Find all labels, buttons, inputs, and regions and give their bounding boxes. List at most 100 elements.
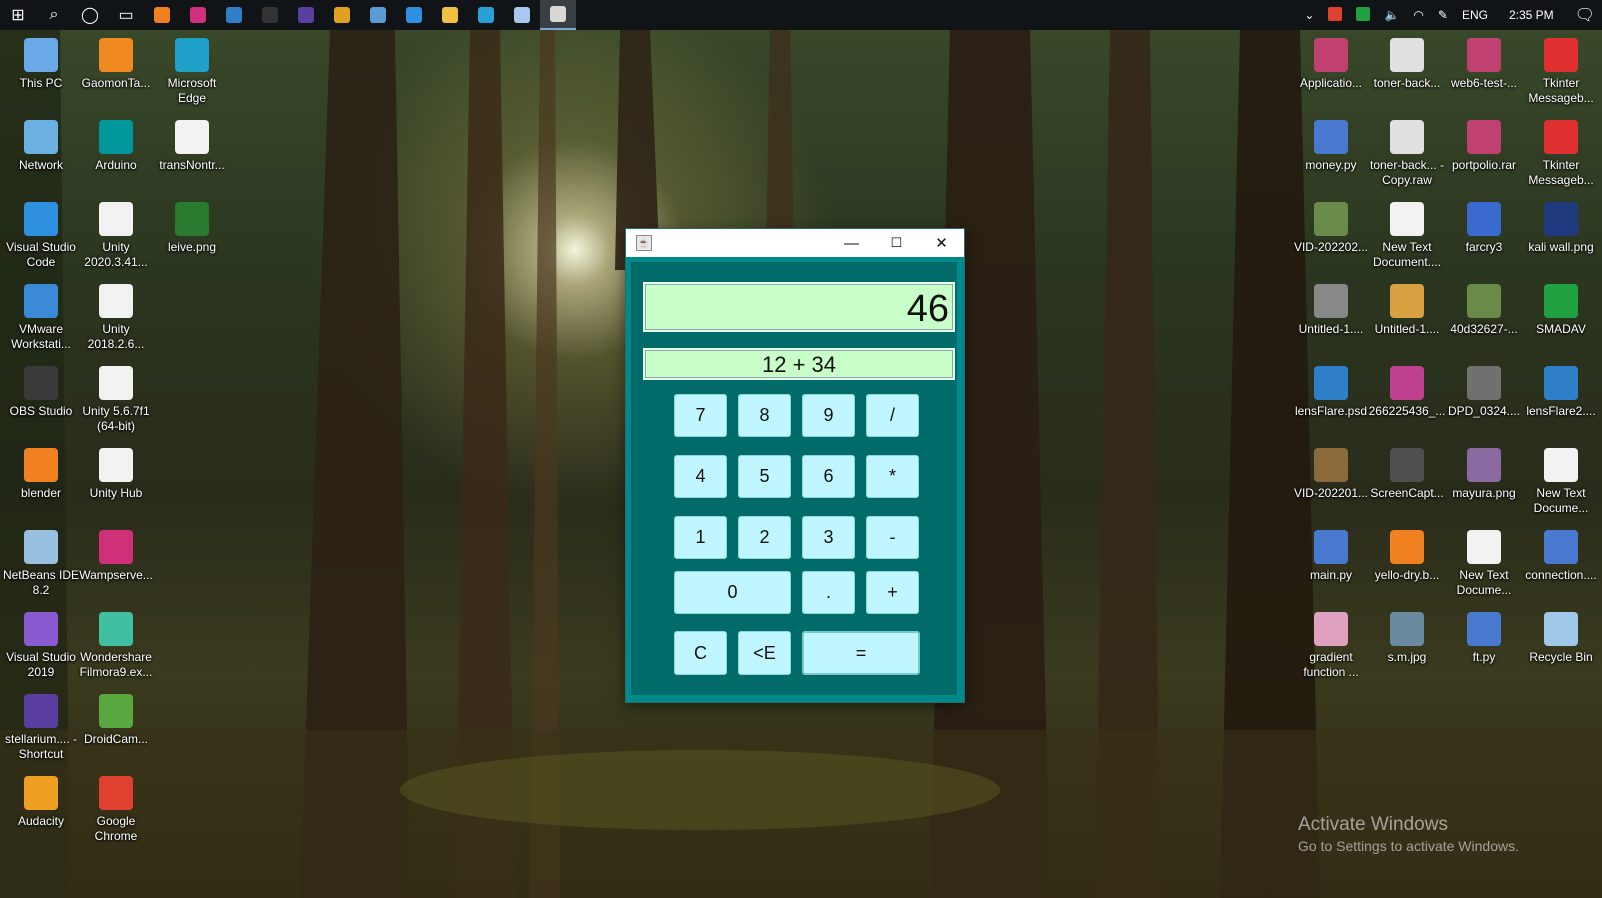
key-8-button[interactable]: 8 [738, 394, 791, 437]
taskbar-java-app-button[interactable] [540, 0, 576, 30]
taskbar-photoshop-button[interactable] [216, 0, 252, 30]
key-6-button[interactable]: 6 [802, 455, 855, 498]
desktop-icon[interactable]: Applicatio... [1292, 38, 1370, 91]
calculator-titlebar[interactable]: ☕ — ☐ ✕ [626, 229, 964, 257]
desktop-icon[interactable]: VMware Workstati... [2, 284, 80, 352]
taskbar-stellarium-button[interactable] [288, 0, 324, 30]
clock[interactable]: 2:35 PM [1495, 8, 1568, 22]
desktop-icon[interactable]: Unity 5.6.7f1 (64-bit) [77, 366, 155, 434]
desktop-icon[interactable]: Wondershare Filmora9.ex... [77, 612, 155, 680]
desktop-icon[interactable]: gradient function ... [1292, 612, 1370, 680]
desktop-icon[interactable]: New Text Document.... [1368, 202, 1446, 270]
desktop-icon[interactable]: Visual Studio 2019 [2, 612, 80, 680]
key-1-button[interactable]: 1 [674, 516, 727, 559]
taskbar-start-button[interactable]: ⊞ [0, 0, 36, 30]
taskbar-cube-app-button[interactable] [504, 0, 540, 30]
desktop-icon[interactable]: toner-back... [1368, 38, 1446, 91]
backspace-button[interactable]: <E [738, 631, 791, 675]
language-indicator[interactable]: ENG [1455, 8, 1495, 22]
taskbar-cortana-button[interactable]: ◯ [72, 0, 108, 30]
desktop-icon[interactable]: Microsoft Edge [153, 38, 231, 106]
maximize-button[interactable]: ☐ [874, 229, 919, 257]
desktop-icon[interactable]: mayura.png [1445, 448, 1523, 501]
taskbar-window-app-button[interactable] [360, 0, 396, 30]
taskbar-search-button[interactable]: ⌕ [36, 0, 72, 30]
desktop-icon[interactable]: Unity Hub [77, 448, 155, 501]
desktop-icon[interactable]: stellarium.... - Shortcut [2, 694, 80, 762]
desktop-icon[interactable]: DPD_0324.... [1445, 366, 1523, 419]
desktop-icon[interactable]: portpolio.rar [1445, 120, 1523, 173]
desktop-icon[interactable]: Unity 2020.3.41... [77, 202, 155, 270]
desktop-icon[interactable]: yello-dry.b... [1368, 530, 1446, 583]
desktop-icon[interactable]: VID-202202... [1292, 202, 1370, 255]
desktop-icon[interactable]: Google Chrome [77, 776, 155, 844]
key-3-button[interactable]: 3 [802, 516, 855, 559]
show-hidden-icons-chevron-icon[interactable]: ⌄ [1297, 8, 1321, 22]
taskbar-file-explorer-button[interactable] [432, 0, 468, 30]
desktop-icon[interactable]: ft.py [1445, 612, 1523, 665]
desktop-icon[interactable]: ScreenCapt... [1368, 448, 1446, 501]
equals-button[interactable]: = [802, 631, 920, 675]
desktop-icon[interactable]: kali wall.png [1522, 202, 1600, 255]
desktop-icon[interactable]: This PC [2, 38, 80, 91]
desktop-icon[interactable]: blender [2, 448, 80, 501]
desktop-icon[interactable]: 266225436_... [1368, 366, 1446, 419]
desktop-icon[interactable]: toner-back... - Copy.raw [1368, 120, 1446, 188]
key-5-button[interactable]: 5 [738, 455, 791, 498]
desktop-icon[interactable]: OBS Studio [2, 366, 80, 419]
decimal-point-button[interactable]: . [802, 571, 855, 614]
desktop-icon[interactable]: NetBeans IDE 8.2 [2, 530, 80, 598]
subtract-button[interactable]: - [866, 516, 919, 559]
desktop-icon[interactable]: Recycle Bin [1522, 612, 1600, 665]
pen-icon[interactable]: ✎ [1431, 8, 1455, 22]
desktop-icon[interactable]: Visual Studio Code [2, 202, 80, 270]
desktop-icon[interactable]: 40d32627-... [1445, 284, 1523, 337]
notification-center-icon[interactable]: 🗨 [1568, 5, 1602, 25]
add-button[interactable]: + [866, 571, 919, 614]
desktop-icon[interactable]: lensFlare2.... [1522, 366, 1600, 419]
desktop-icon[interactable]: Tkinter Messageb... [1522, 38, 1600, 106]
desktop-icon[interactable]: DroidCam... [77, 694, 155, 747]
office-tray-icon[interactable] [1321, 6, 1349, 24]
wifi-icon[interactable]: ◠ [1406, 8, 1430, 22]
desktop-icon[interactable]: transNontr... [153, 120, 231, 173]
desktop-icon[interactable]: Wampserve... [77, 530, 155, 583]
desktop-icon[interactable]: connection.... [1522, 530, 1600, 583]
taskbar-edge-button[interactable] [468, 0, 504, 30]
desktop-icon[interactable]: main.py [1292, 530, 1370, 583]
taskbar-terminal-button[interactable] [252, 0, 288, 30]
desktop-icon[interactable]: s.m.jpg [1368, 612, 1446, 665]
desktop-icon[interactable]: Untitled-1.... [1368, 284, 1446, 337]
desktop-icon[interactable]: leive.png [153, 202, 231, 255]
close-button[interactable]: ✕ [919, 229, 964, 257]
key-2-button[interactable]: 2 [738, 516, 791, 559]
desktop-icon[interactable]: Untitled-1.... [1292, 284, 1370, 337]
desktop-icon[interactable]: VID-202201... [1292, 448, 1370, 501]
minimize-button[interactable]: — [829, 229, 874, 257]
taskbar-red-app-button[interactable] [324, 0, 360, 30]
desktop-icon[interactable]: money.py [1292, 120, 1370, 173]
taskbar-blender-button[interactable] [144, 0, 180, 30]
taskbar-task-view-button[interactable]: ▭ [108, 0, 144, 30]
desktop-icon[interactable]: SMADAV [1522, 284, 1600, 337]
desktop-icon[interactable]: web6-test-... [1445, 38, 1523, 91]
key-4-button[interactable]: 4 [674, 455, 727, 498]
desktop-icon[interactable]: Network [2, 120, 80, 173]
desktop-icon[interactable]: farcry3 [1445, 202, 1523, 255]
desktop-icon[interactable]: New Text Docume... [1445, 530, 1523, 598]
desktop-icon[interactable]: Unity 2018.2.6... [77, 284, 155, 352]
desktop-icon[interactable]: New Text Docume... [1522, 448, 1600, 516]
desktop-icon[interactable]: Audacity [2, 776, 80, 829]
divide-button[interactable]: / [866, 394, 919, 437]
clear-button[interactable]: C [674, 631, 727, 675]
key-7-button[interactable]: 7 [674, 394, 727, 437]
desktop-icon[interactable]: GaomonTa... [77, 38, 155, 91]
desktop-icon[interactable]: Tkinter Messageb... [1522, 120, 1600, 188]
multiply-button[interactable]: * [866, 455, 919, 498]
taskbar-vscode-button[interactable] [396, 0, 432, 30]
key-9-button[interactable]: 9 [802, 394, 855, 437]
key-0-button[interactable]: 0 [674, 571, 791, 614]
desktop-icon[interactable]: lensFlare.psd [1292, 366, 1370, 419]
taskbar-pink-app-button[interactable] [180, 0, 216, 30]
smadav-tray-icon[interactable] [1349, 6, 1377, 24]
